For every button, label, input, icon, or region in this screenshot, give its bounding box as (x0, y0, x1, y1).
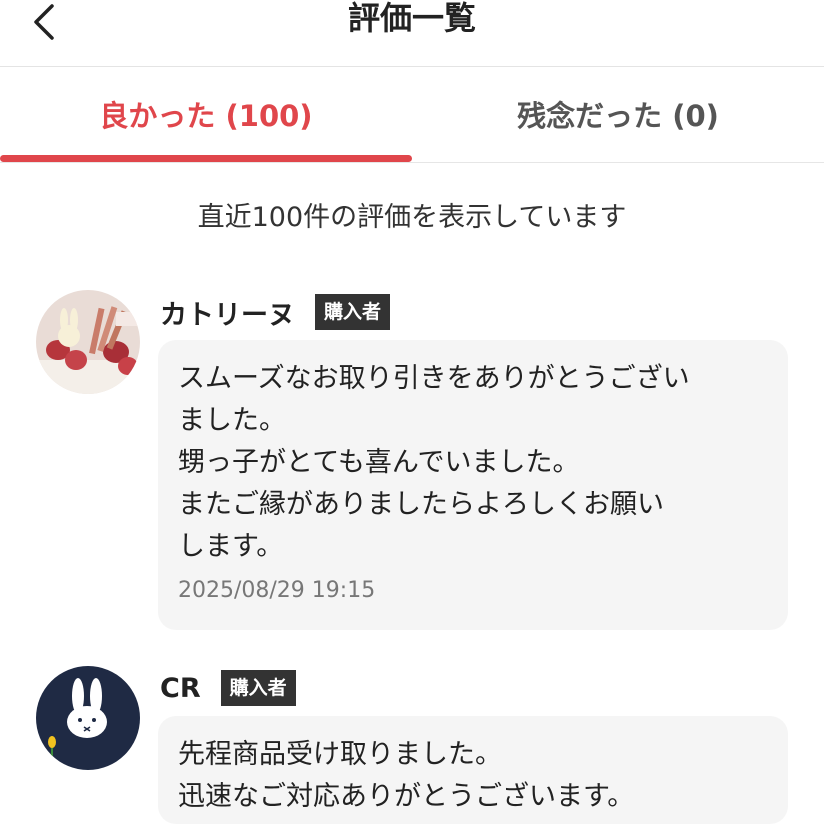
user-avatar[interactable] (36, 666, 140, 770)
reviewer-name[interactable]: CR (160, 673, 201, 704)
active-tab-indicator (0, 155, 412, 162)
rabbit-illustration-avatar (36, 666, 140, 770)
buyer-badge: 購入者 (220, 670, 296, 706)
comment-line: 先程商品受け取りました。 (178, 739, 502, 770)
header: 評価一覧 (0, 0, 824, 67)
user-avatar[interactable] (36, 290, 140, 394)
review-comment-bubble: スムーズなお取り引きをありがとうござい ました。 甥っ子がとても喜んでいました。… (158, 340, 788, 630)
comment-line: ました。 (178, 405, 286, 436)
reviewer-name[interactable]: カトリーヌ (160, 293, 295, 332)
review-timestamp: 2025/08/29 19:15 (178, 578, 376, 603)
comment-line: スムーズなお取り引きをありがとうござい (178, 363, 690, 394)
comment-line: 甥っ子がとても喜んでいました。 (178, 447, 580, 478)
tab-bad[interactable]: 残念だった (0) (412, 66, 824, 162)
buyer-badge: 購入者 (315, 294, 391, 330)
review-summary: 直近100件の評価を表示しています (197, 202, 627, 233)
comment-line: します。 (178, 531, 284, 562)
review-comment-bubble: 先程商品受け取りました。 迅速なご対応ありがとうございます。 (158, 716, 788, 824)
comment-line: 迅速なご対応ありがとうございます。 (178, 781, 635, 812)
comment-line: またご縁がありましたらよろしくお願い (178, 489, 664, 520)
tab-good[interactable]: 良かった (100) (0, 66, 412, 162)
cake-photo-avatar (36, 290, 140, 394)
page-title: 評価一覧 (347, 0, 476, 37)
tab-bar: 良かった (100) 残念だった (0) (0, 66, 824, 163)
